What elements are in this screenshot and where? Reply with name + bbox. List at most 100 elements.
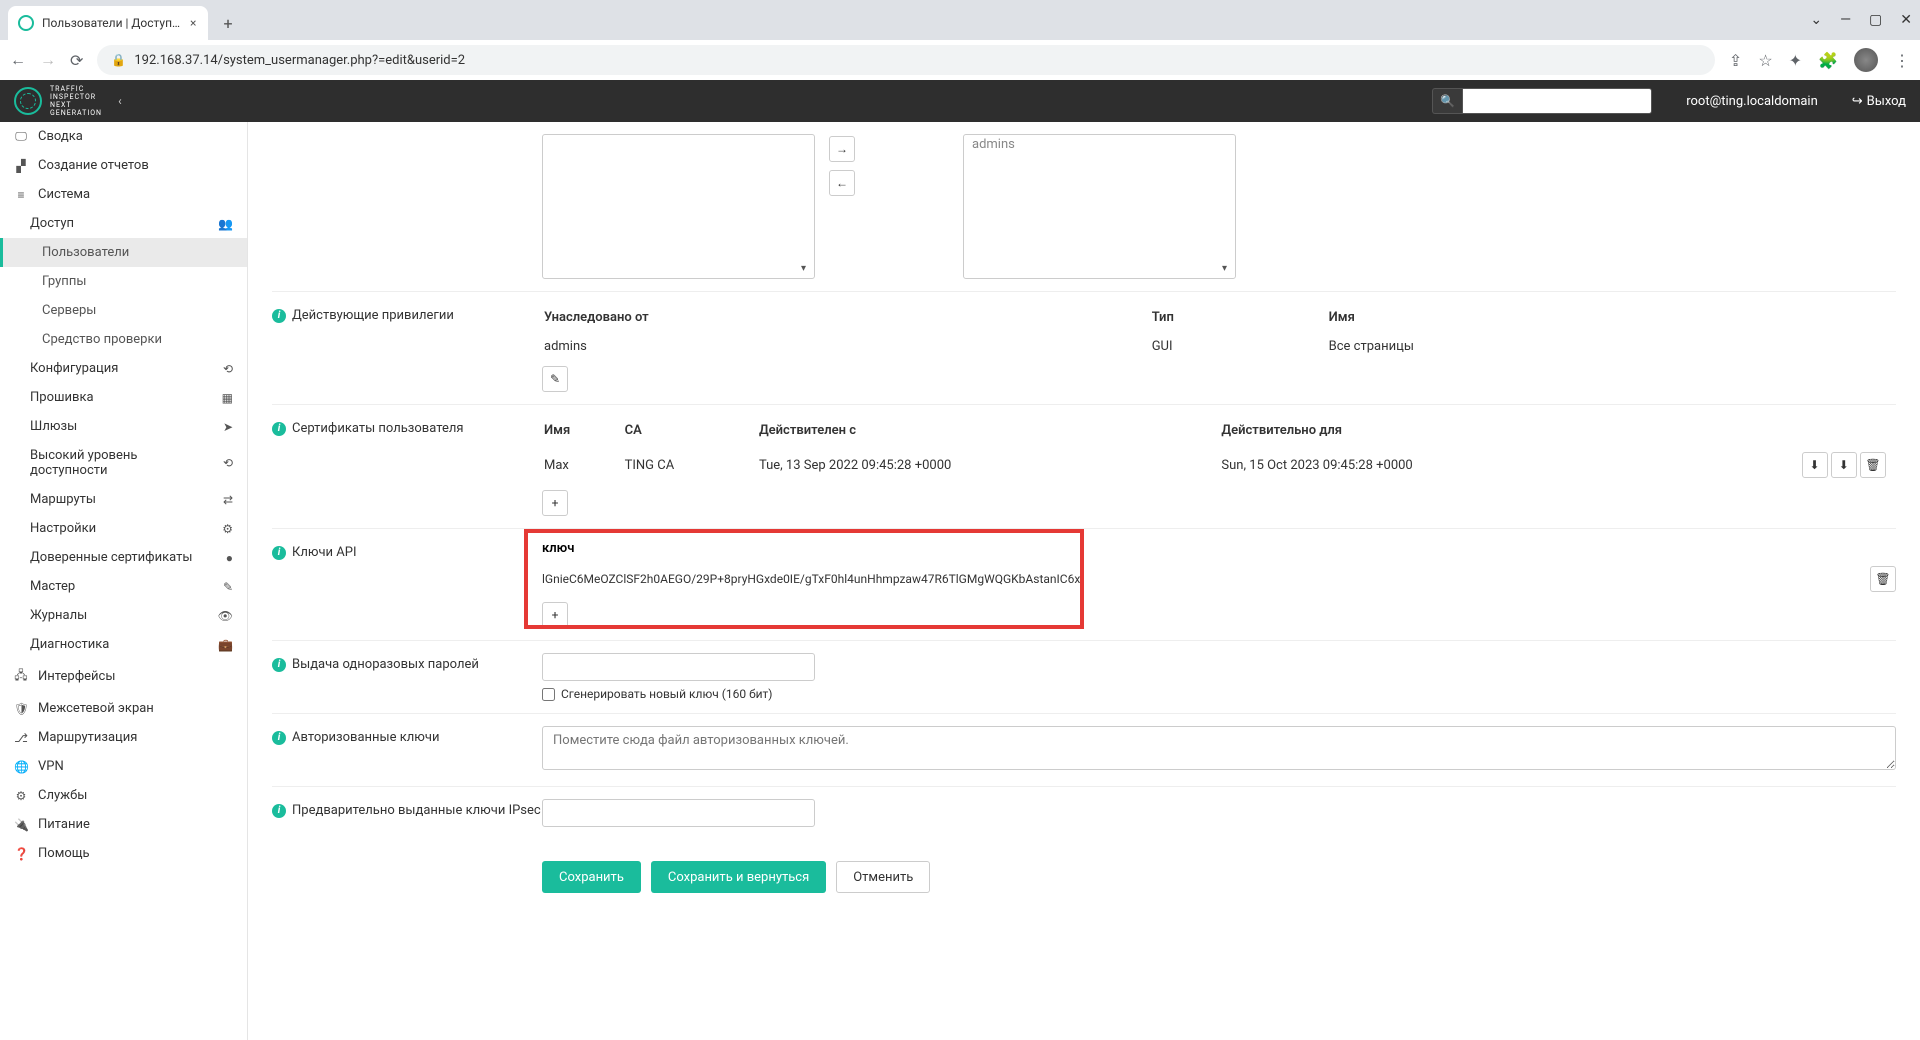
privileges-table: Унаследовано от Тип Имя admins GUI Все с… [542, 304, 1896, 360]
col-inherit: Унаследовано от [544, 306, 1150, 333]
sidebar-item-wizard[interactable]: Мастер✎ [0, 572, 247, 601]
maximize-icon[interactable]: ▢ [1869, 12, 1882, 28]
sidebar-item-reports[interactable]: ▞Создание отчетов [0, 151, 247, 180]
save-button[interactable]: Сохранить [542, 861, 641, 893]
logo-icon [14, 87, 42, 115]
move-right-button[interactable]: → [829, 136, 855, 162]
sidebar-item-ha[interactable]: Высокий уровень доступности⟲ [0, 441, 247, 485]
sync-icon: ⟲ [223, 456, 233, 470]
search-input[interactable] [1462, 88, 1652, 114]
extensions-icon[interactable]: ✦ [1789, 51, 1802, 70]
sidebar-item-access[interactable]: Доступ👥 [0, 209, 247, 238]
otp-generate-checkbox[interactable] [542, 688, 555, 701]
sidebar-item-help[interactable]: ❓Помощь [0, 839, 247, 868]
sidebar-item-groups[interactable]: Группы [0, 267, 247, 296]
info-icon[interactable]: i [272, 309, 286, 323]
logo[interactable]: TRAFFICINSPECTORNEXTGENERATION [14, 85, 102, 117]
profile-avatar[interactable] [1854, 48, 1878, 72]
close-window-icon[interactable]: ✕ [1900, 12, 1912, 28]
search-button[interactable]: 🔍 [1432, 88, 1462, 114]
sidebar-item-routing[interactable]: ⎇Маршрутизация [0, 723, 247, 752]
sidebar-item-users[interactable]: Пользователи [0, 238, 247, 267]
sidebar-item-tester[interactable]: Средство проверки [0, 325, 247, 354]
col-ca: CA [625, 419, 757, 446]
edit-button[interactable]: ✎ [542, 366, 568, 392]
logout-button[interactable]: ↪ Выход [1852, 94, 1906, 109]
chevron-down-icon: ▾ [1222, 263, 1227, 274]
sidebar-item-firewall[interactable]: 🛡Межсетевой экран [0, 694, 247, 723]
list-item[interactable]: admins [964, 135, 1235, 154]
auth-keys-textarea[interactable] [542, 726, 1896, 770]
sidebar-item-system[interactable]: ≡Система [0, 180, 247, 209]
shield-icon: 🛡 [14, 702, 28, 716]
browser-chrome: Пользователи | Доступ | Систем × + ⌄ — ▢… [0, 0, 1920, 80]
row-api-keys: iКлючи API ключ lGnieC6MeOZClSF2h0AEGO/2… [272, 528, 1896, 640]
add-button[interactable]: + [542, 490, 568, 516]
sidebar-item-services[interactable]: ⚙Службы [0, 781, 247, 810]
logo-text: TRAFFICINSPECTORNEXTGENERATION [50, 85, 102, 117]
listbox-available[interactable]: ▾ [542, 134, 815, 279]
browser-tab[interactable]: Пользователи | Доступ | Систем × [8, 6, 208, 40]
back-button[interactable]: ← [10, 50, 26, 70]
otp-input[interactable] [542, 653, 815, 681]
chart-icon: ▞ [14, 159, 28, 173]
info-icon[interactable]: i [272, 658, 286, 672]
info-icon[interactable]: i [272, 422, 286, 436]
cog-icon: ⚙ [14, 789, 28, 803]
close-icon[interactable]: × [190, 16, 196, 30]
delete-key-button[interactable]: 🗑 [1870, 566, 1896, 592]
url-input[interactable]: 🔒 192.168.37.14/system_usermanager.php?=… [97, 45, 1715, 75]
search-wrap: 🔍 [1432, 88, 1652, 114]
sidebar-item-vpn[interactable]: 🌐VPN [0, 752, 247, 781]
star-icon[interactable]: ☆ [1758, 51, 1772, 70]
info-icon[interactable]: i [272, 731, 286, 745]
sidebar-item-config[interactable]: Конфигурация⟲ [0, 354, 247, 383]
sidebar-item-interfaces[interactable]: 🖧Интерфейсы [0, 659, 247, 694]
collapse-sidebar-button[interactable]: ‹ [118, 94, 122, 108]
cancel-button[interactable]: Отменить [836, 861, 930, 893]
save-and-back-button[interactable]: Сохранить и вернуться [651, 861, 826, 893]
certs-table: Имя CA Действителен с Действительно для … [542, 417, 1896, 484]
info-icon[interactable]: i [272, 804, 286, 818]
reload-button[interactable]: ⟳ [70, 51, 83, 70]
sidebar-item-gateways[interactable]: Шлюзы➤ [0, 412, 247, 441]
col-name: Имя [544, 419, 623, 446]
share-icon[interactable]: ⇪ [1729, 51, 1742, 70]
ipsec-input[interactable] [542, 799, 815, 827]
download-key-button[interactable]: ⬇ [1831, 452, 1857, 478]
sidebar-item-servers[interactable]: Серверы [0, 296, 247, 325]
sidebar-item-settings[interactable]: Настройки⚙ [0, 514, 247, 543]
sidebar-item-power[interactable]: 🔌Питание [0, 810, 247, 839]
col-from: Действителен с [759, 419, 1219, 446]
sidebar-item-firmware[interactable]: Прошивка▦ [0, 383, 247, 412]
sidebar-item-routes[interactable]: Маршруты⇄ [0, 485, 247, 514]
listbox-selected[interactable]: admins ▾ [963, 134, 1236, 279]
row-otp: iВыдача одноразовых паролей Сгенерироват… [272, 640, 1896, 713]
user-label: root@ting.localdomain [1686, 94, 1818, 109]
forward-button[interactable]: → [40, 50, 56, 70]
new-tab-button[interactable]: + [214, 9, 242, 37]
menu-icon[interactable]: ⋮ [1894, 51, 1910, 70]
puzzle-icon[interactable]: 🧩 [1818, 51, 1838, 70]
eye-icon: 👁 [218, 609, 233, 623]
sidebar-item-trust[interactable]: Доверенные сертификаты● [0, 543, 247, 572]
dual-list: ▾ → ← admins ▾ [542, 134, 1896, 279]
add-key-button[interactable]: + [542, 602, 568, 628]
toolbar-icons: ⇪ ☆ ✦ 🧩 ⋮ [1729, 48, 1910, 72]
download-button[interactable]: ⬇ [1802, 452, 1828, 478]
minimize-icon[interactable]: — [1840, 12, 1851, 28]
sidebar-item-diag[interactable]: Диагностика💼 [0, 630, 247, 659]
sidebar-item-logs[interactable]: Журналы👁 [0, 601, 247, 630]
table-row: admins GUI Все страницы [544, 335, 1894, 358]
sidebar-item-summary[interactable]: 🖵Сводка [0, 122, 247, 151]
chevron-down-icon[interactable]: ⌄ [1810, 12, 1822, 28]
sliders-icon: ≡ [14, 188, 28, 202]
address-bar: ← → ⟳ 🔒 192.168.37.14/system_usermanager… [0, 40, 1920, 80]
move-left-button[interactable]: ← [829, 170, 855, 196]
refresh-icon: ⟲ [223, 362, 233, 376]
info-icon[interactable]: i [272, 546, 286, 560]
col-name: Имя [1329, 306, 1894, 333]
sitemap-icon: 🖧 [14, 666, 28, 687]
delete-button[interactable]: 🗑 [1860, 452, 1886, 478]
gear-icon: ⚙ [222, 522, 233, 536]
